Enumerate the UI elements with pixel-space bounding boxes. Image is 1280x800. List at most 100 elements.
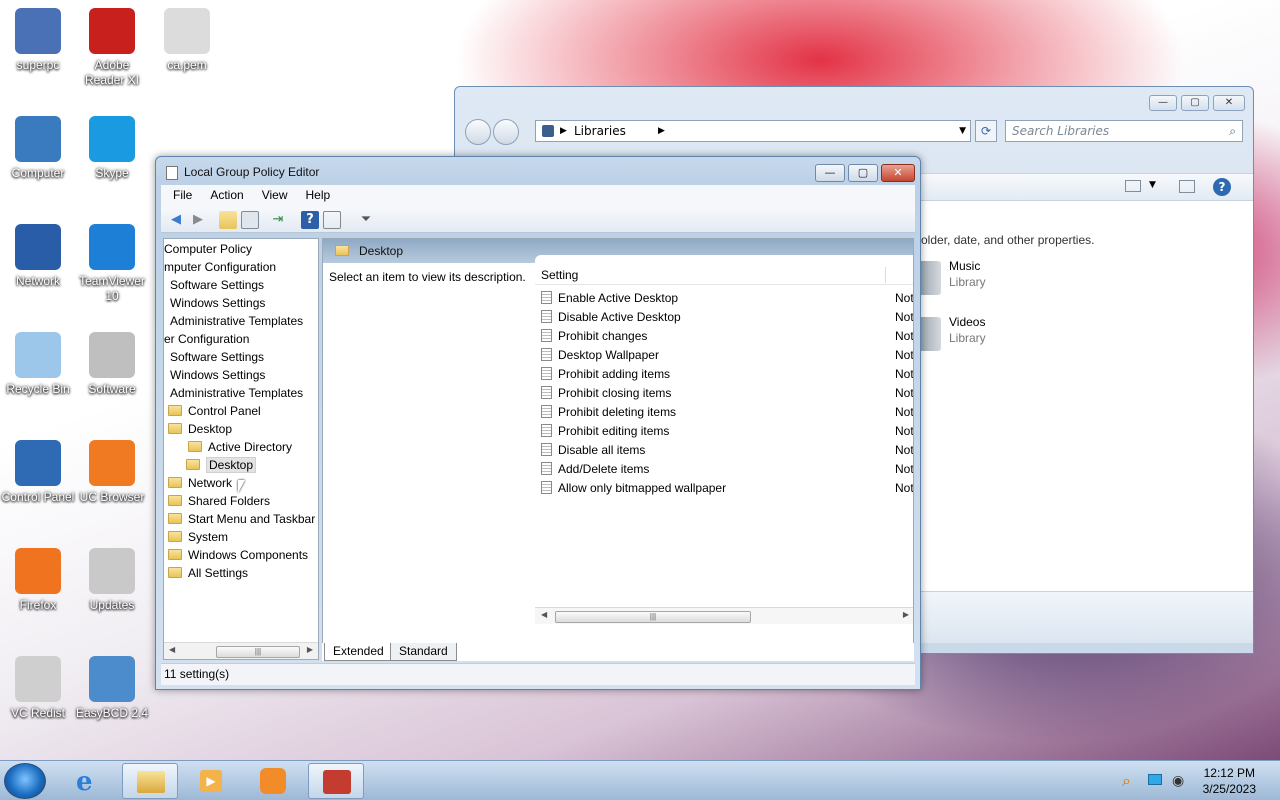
tab-extended[interactable]: Extended xyxy=(324,643,393,661)
group-policy-taskbar-button[interactable] xyxy=(308,763,364,799)
desktop-icon[interactable]: ca.pem xyxy=(149,8,225,73)
desktop-icon[interactable]: superpc xyxy=(0,8,76,73)
network-tray-icon[interactable] xyxy=(1148,774,1162,785)
menu-view[interactable]: View xyxy=(250,185,294,202)
help-icon[interactable]: ? xyxy=(1213,178,1231,196)
setting-row[interactable]: Prohibit adding items Not xyxy=(541,365,913,384)
minimize-button[interactable]: — xyxy=(815,164,845,182)
setting-row[interactable]: Prohibit changes Not xyxy=(541,327,913,346)
minimize-button[interactable]: — xyxy=(1149,95,1177,111)
tab-standard[interactable]: Standard xyxy=(390,643,457,661)
policy-setting-icon xyxy=(541,310,552,323)
library-item[interactable]: Videos Library xyxy=(919,315,1119,355)
scroll-left-icon[interactable]: ◀ xyxy=(541,610,547,619)
show-hide-tree-icon[interactable] xyxy=(241,211,259,229)
desktop-icon[interactable]: EasyBCD 2.4 xyxy=(74,656,150,721)
search-tray-icon[interactable]: ⌕ xyxy=(1122,771,1131,791)
tree-item[interactable]: mputer Configuration xyxy=(164,258,276,276)
address-bar[interactable]: ▶ Libraries ▶ ▼ xyxy=(535,120,971,142)
export-list-icon[interactable]: ⇥ xyxy=(269,211,287,229)
tree-item[interactable]: Computer Policy xyxy=(164,240,252,258)
desktop-icon[interactable]: Network xyxy=(0,224,76,289)
help-icon[interactable]: ? xyxy=(301,211,319,229)
desktop-icon[interactable]: UC Browser xyxy=(74,440,150,505)
uc-browser-icon[interactable] xyxy=(246,763,302,799)
tree-item-desktop-selected[interactable]: Desktop xyxy=(186,456,257,474)
tree-item[interactable]: Windows Settings xyxy=(170,294,265,312)
tree-item[interactable]: Shared Folders xyxy=(168,492,270,510)
tree-item[interactable]: All Settings xyxy=(168,564,248,582)
setting-row[interactable]: Add/Delete items Not xyxy=(541,460,913,479)
back-icon[interactable]: ◀ xyxy=(167,211,185,229)
setting-row[interactable]: Desktop Wallpaper Not xyxy=(541,346,913,365)
filter-icon[interactable]: ⏷ xyxy=(357,211,375,229)
desktop-icon[interactable]: Firefox xyxy=(0,548,76,613)
tree-item[interactable]: Start Menu and Taskbar xyxy=(168,510,315,528)
tree-item[interactable]: Software Settings xyxy=(170,348,264,366)
tree-item[interactable]: Administrative Templates xyxy=(170,384,303,402)
scroll-thumb[interactable]: ||| xyxy=(216,646,300,658)
setting-row[interactable]: Prohibit editing items Not xyxy=(541,422,913,441)
forward-icon[interactable]: ▶ xyxy=(189,211,207,229)
desktop-icon[interactable]: Adobe Reader XI xyxy=(74,8,150,88)
internet-explorer-icon[interactable]: e xyxy=(62,763,118,799)
close-button[interactable]: ✕ xyxy=(881,164,915,182)
search-input[interactable]: Search Libraries ⌕ xyxy=(1005,120,1243,142)
close-button[interactable]: ✕ xyxy=(1213,95,1245,111)
menu-action[interactable]: Action xyxy=(198,185,249,202)
chevron-down-icon[interactable]: ▼ xyxy=(959,121,966,141)
desktop-icon[interactable]: Updates xyxy=(74,548,150,613)
explorer-taskbar-button[interactable] xyxy=(122,763,178,799)
start-button[interactable] xyxy=(4,763,46,799)
back-button[interactable] xyxy=(465,119,491,145)
setting-row[interactable]: Enable Active Desktop Not xyxy=(541,289,913,308)
scroll-right-icon[interactable]: ▶ xyxy=(903,610,909,619)
desktop-icon[interactable]: Software xyxy=(74,332,150,397)
list-scrollbar[interactable]: ◀ ||| ▶ xyxy=(535,607,913,624)
desktop-icon[interactable]: Recycle Bin xyxy=(0,332,76,397)
chevron-down-icon[interactable]: ▼ xyxy=(1149,180,1156,190)
tree-item[interactable]: Desktop xyxy=(168,420,232,438)
tree-scrollbar[interactable]: ◀ ||| ▶ xyxy=(164,642,318,659)
up-folder-icon[interactable] xyxy=(219,211,237,229)
library-item[interactable]: Music Library xyxy=(919,259,1119,299)
tree-item[interactable]: System xyxy=(168,528,228,546)
uc-browser-icon xyxy=(89,440,135,486)
scroll-right-icon[interactable]: ▶ xyxy=(307,645,313,654)
tree-item[interactable]: er Configuration xyxy=(164,330,249,348)
tree-item[interactable]: Windows Components xyxy=(168,546,308,564)
column-separator[interactable] xyxy=(885,267,886,283)
desktop-icon[interactable]: TeamViewer 10 xyxy=(74,224,150,304)
maximize-button[interactable]: ▢ xyxy=(1181,95,1209,111)
desktop-icon[interactable]: Computer xyxy=(0,116,76,181)
tree-item[interactable]: Administrative Templates xyxy=(170,312,303,330)
setting-row[interactable]: Disable Active Desktop Not xyxy=(541,308,913,327)
desktop-icon[interactable]: Skype xyxy=(74,116,150,181)
preview-pane-icon[interactable] xyxy=(1179,180,1195,193)
scroll-left-icon[interactable]: ◀ xyxy=(169,645,175,654)
volume-tray-icon[interactable]: ◉ xyxy=(1172,773,1184,789)
desktop-icon[interactable]: VC Redist xyxy=(0,656,76,721)
maximize-button[interactable]: ▢ xyxy=(848,164,878,182)
forward-button[interactable] xyxy=(493,119,519,145)
view-icon[interactable] xyxy=(1125,180,1141,192)
media-player-icon[interactable]: ▶ xyxy=(184,763,240,799)
all-settings-icon xyxy=(168,567,182,578)
tree-item[interactable]: Active Directory xyxy=(188,438,292,456)
tree-item[interactable]: Network xyxy=(168,474,232,492)
tree-item[interactable]: Control Panel xyxy=(168,402,261,420)
tree-item[interactable]: Windows Settings xyxy=(170,366,265,384)
menu-help[interactable]: Help xyxy=(294,185,337,202)
desktop-icon[interactable]: Control Panel xyxy=(0,440,76,505)
setting-row[interactable]: Disable all items Not xyxy=(541,441,913,460)
properties-icon[interactable] xyxy=(323,211,341,229)
setting-row[interactable]: Allow only bitmapped wallpaper Not xyxy=(541,479,913,498)
refresh-button[interactable]: ⟳ xyxy=(975,120,997,142)
menu-file[interactable]: File xyxy=(161,185,198,202)
scroll-thumb[interactable]: ||| xyxy=(555,611,751,623)
setting-row[interactable]: Prohibit closing items Not xyxy=(541,384,913,403)
setting-column-header[interactable]: Setting xyxy=(535,265,913,285)
tree-item[interactable]: Software Settings xyxy=(170,276,264,294)
setting-row[interactable]: Prohibit deleting items Not xyxy=(541,403,913,422)
clock[interactable]: 12:12 PM 3/25/2023 xyxy=(1203,765,1256,797)
